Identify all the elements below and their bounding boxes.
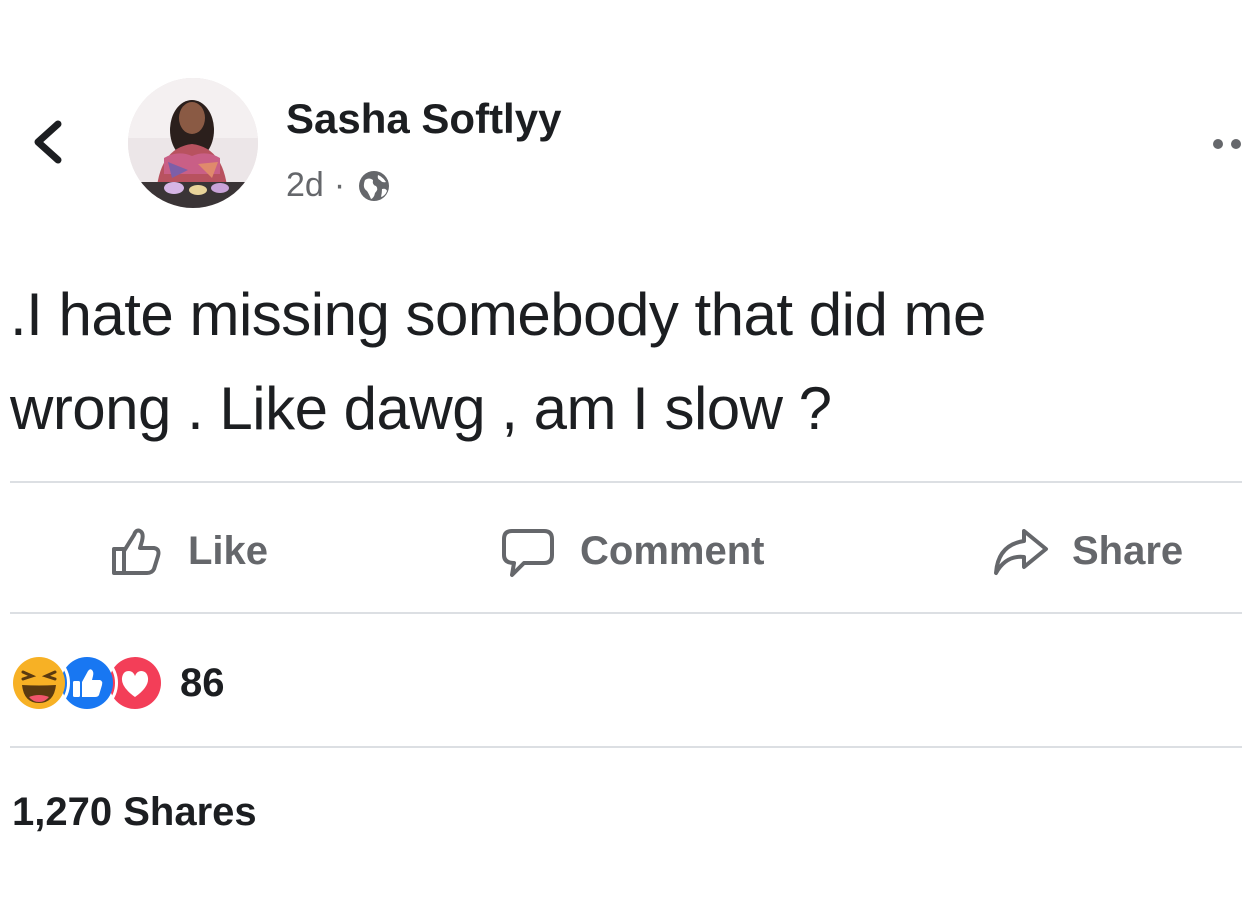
avatar[interactable] — [128, 78, 258, 208]
more-dots-icon — [1213, 139, 1241, 149]
meta-separator: · — [333, 166, 346, 204]
share-arrow-icon — [994, 529, 1048, 575]
like-button[interactable]: Like — [106, 518, 268, 584]
more-options-button[interactable] — [1208, 132, 1242, 156]
reactions-summary[interactable]: 86 — [8, 652, 225, 714]
post-text: .I hate missing somebody that did me wro… — [10, 281, 986, 442]
post-meta: 2d · — [286, 166, 393, 205]
thumbs-up-icon — [112, 528, 161, 575]
back-button[interactable] — [24, 112, 72, 172]
divider-bottom — [10, 746, 1242, 748]
back-chevron-icon — [34, 120, 62, 164]
comment-button[interactable]: Comment — [498, 518, 764, 584]
like-label: Like — [188, 528, 269, 573]
share-count[interactable]: 1,270 Shares — [12, 790, 257, 835]
share-label: Share — [1072, 528, 1184, 573]
divider-middle — [10, 612, 1242, 614]
author-name[interactable]: Sasha Softlyy — [286, 95, 561, 143]
haha-reaction-icon — [8, 652, 70, 714]
globe-icon[interactable] — [355, 167, 393, 205]
share-button[interactable]: Share — [990, 518, 1183, 584]
divider-top — [10, 481, 1242, 483]
comment-bubble-icon — [502, 529, 554, 577]
post-time[interactable]: 2d — [286, 166, 324, 205]
comment-label: Comment — [580, 528, 765, 573]
avatar-photo — [128, 78, 258, 208]
reaction-count: 86 — [180, 660, 225, 705]
